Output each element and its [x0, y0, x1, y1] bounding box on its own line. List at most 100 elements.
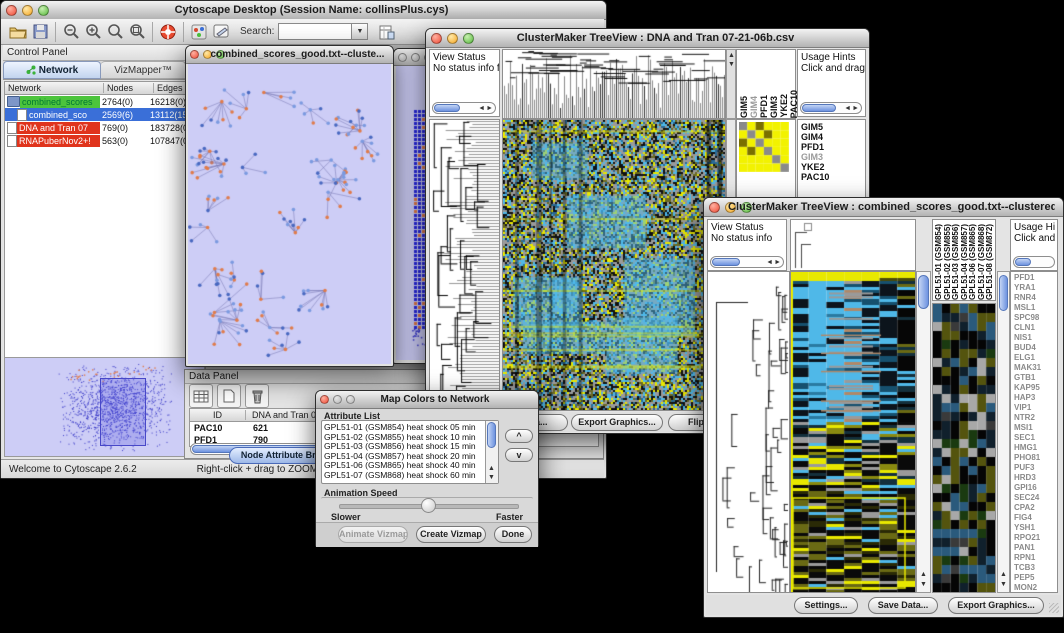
treeview2-row-dendrogram[interactable]: [707, 271, 790, 593]
move-down-button[interactable]: v: [505, 448, 533, 462]
gene-label[interactable]: ELG1: [1014, 353, 1057, 363]
help-icon[interactable]: [157, 21, 179, 43]
network1-titlebar[interactable]: combined_scores_good.txt--cluste...: [186, 46, 393, 64]
close-icon[interactable]: [709, 202, 720, 213]
gene-label[interactable]: CPA2: [1014, 503, 1057, 513]
tab-network[interactable]: Network: [3, 61, 101, 79]
gene-label[interactable]: GTB1: [1014, 373, 1057, 383]
attribute-list-item[interactable]: GPL51-03 (GSM856) heat shock 15 min: [324, 442, 484, 452]
network1-canvas[interactable]: [188, 64, 391, 364]
gene-label[interactable]: YKE2: [801, 162, 865, 172]
gene-label[interactable]: KAP95: [1014, 383, 1057, 393]
array-label[interactable]: GPL51-02 (GSM855): [943, 224, 952, 300]
scroll-left-icon[interactable]: ◄: [844, 104, 851, 114]
gene-label[interactable]: MSI1: [1014, 423, 1057, 433]
zoom-out-icon[interactable]: [60, 21, 82, 43]
treeview1-heatmap[interactable]: [502, 119, 726, 411]
scroll-left-icon[interactable]: ◄: [478, 104, 485, 114]
gene-label[interactable]: SPC98: [1014, 313, 1057, 323]
move-up-button[interactable]: ^: [505, 429, 533, 443]
close-icon[interactable]: [398, 53, 407, 62]
gene-label[interactable]: MSL1: [1014, 303, 1057, 313]
treeview2-heatmap-scrollbar[interactable]: ▲ ▼: [916, 271, 931, 593]
zoom-in-icon[interactable]: [82, 21, 104, 43]
gene-label[interactable]: NIS1: [1014, 333, 1057, 343]
scroll-up-icon[interactable]: ▲: [1000, 570, 1007, 580]
attribute-table-icon[interactable]: [189, 384, 213, 408]
zoom-selected-icon[interactable]: [104, 21, 126, 43]
array-label[interactable]: GPL51-07 (GSM868): [977, 224, 986, 300]
gene-label[interactable]: TCB3: [1014, 563, 1057, 573]
resize-grip[interactable]: [1049, 603, 1059, 613]
treeview1-titlebar[interactable]: ClusterMaker TreeView : DNA and Tran 07-…: [426, 29, 869, 48]
array-label[interactable]: GPL51-04 (GSM857): [960, 224, 969, 300]
close-icon[interactable]: [320, 395, 329, 404]
save-session-icon[interactable]: [29, 21, 51, 43]
create-vizmap-button[interactable]: Create Vizmap: [416, 526, 486, 543]
export-graphics-button[interactable]: Export Graphics...: [571, 414, 663, 431]
gene-label[interactable]: HMG1: [1014, 443, 1057, 453]
gene-label[interactable]: MAK31: [1014, 363, 1057, 373]
treeview2-zoom-heatmap[interactable]: [932, 303, 996, 593]
array-label[interactable]: YKE2: [779, 94, 789, 118]
attribute-list-item[interactable]: GPL51-07 (GSM868) heat shock 60 min: [324, 471, 484, 481]
main-titlebar[interactable]: Cytoscape Desktop (Session Name: collins…: [1, 1, 606, 20]
gene-label[interactable]: FIG4: [1014, 513, 1057, 523]
scroll-down-icon[interactable]: ▼: [1000, 580, 1007, 590]
dialog-titlebar[interactable]: Map Colors to Network: [316, 391, 538, 409]
gene-label[interactable]: BUD4: [1014, 343, 1057, 353]
animate-vizmap-button[interactable]: Animate Vizmap: [338, 526, 408, 543]
network-table-row[interactable]: combined_scores 2764(0) 16218(0): [5, 95, 203, 108]
gene-label[interactable]: GIM5: [801, 122, 865, 132]
scroll-left-icon[interactable]: ◄: [766, 258, 773, 268]
gene-label[interactable]: RNR4: [1014, 293, 1057, 303]
array-label[interactable]: GIM3: [769, 96, 779, 118]
search-dropdown-icon[interactable]: ▼: [352, 23, 368, 40]
scroll-right-icon[interactable]: ►: [774, 258, 781, 268]
array-label[interactable]: GPL51-01 (GSM854): [934, 224, 943, 300]
treeview1-column-dendrogram[interactable]: [502, 49, 726, 119]
data-col-id[interactable]: ID: [190, 410, 246, 420]
treeview2-hints-scrollbar[interactable]: [1013, 256, 1055, 268]
attribute-list-scrollbar[interactable]: ▲ ▼: [485, 421, 498, 483]
attribute-list-item[interactable]: GPL51-06 (GSM865) heat shock 40 min: [324, 461, 484, 471]
gene-label[interactable]: SEC24: [1014, 493, 1057, 503]
save-data-button[interactable]: Save Data...: [868, 597, 938, 614]
network1-canvas-area[interactable]: [188, 64, 391, 364]
vizmapper-tool-icon[interactable]: [188, 21, 210, 43]
gene-label[interactable]: YSH1: [1014, 523, 1057, 533]
array-label[interactable]: GPL51-03 (GSM856): [951, 224, 960, 300]
gene-label[interactable]: PEP5: [1014, 573, 1057, 583]
treeview1-hints-scrollbar[interactable]: ◄ ►: [800, 102, 862, 114]
network-table-row[interactable]: DNA and Tran 07 769(0) 183728(0): [5, 121, 203, 134]
network-table-row[interactable]: combined_sco 2569(6) 13112(15): [5, 108, 203, 121]
gene-label[interactable]: VIP1: [1014, 403, 1057, 413]
scroll-up-icon[interactable]: ▲: [920, 570, 927, 580]
treeview1-status-scrollbar[interactable]: ◄ ►: [432, 102, 496, 114]
treeview2-column-dendrogram[interactable]: [790, 219, 916, 271]
array-label[interactable]: GIM4: [749, 96, 759, 118]
gene-label[interactable]: RPN1: [1014, 553, 1057, 563]
scroll-right-icon[interactable]: ►: [852, 104, 859, 114]
scroll-down-icon[interactable]: ▼: [920, 580, 927, 590]
close-icon[interactable]: [190, 50, 199, 59]
scroll-right-icon[interactable]: ►: [486, 104, 493, 114]
open-session-icon[interactable]: [7, 21, 29, 43]
birdseye-viewport-rect[interactable]: [100, 378, 146, 446]
gene-label[interactable]: PFD1: [1014, 273, 1057, 283]
settings-button[interactable]: Settings...: [794, 597, 858, 614]
annotation-tool-icon[interactable]: [210, 21, 232, 43]
array-label[interactable]: GIM5: [739, 96, 749, 118]
done-button[interactable]: Done: [494, 526, 532, 543]
array-label[interactable]: GPL51-08 (GSM872): [985, 224, 994, 300]
new-attribute-icon[interactable]: [217, 384, 241, 408]
treeview2-status-scrollbar[interactable]: ◄ ►: [710, 256, 784, 268]
gene-label[interactable]: SEC1: [1014, 433, 1057, 443]
attribute-list-item[interactable]: GPL51-01 (GSM854) heat shock 05 min: [324, 423, 484, 433]
attribute-listbox[interactable]: GPL51-01 (GSM854) heat shock 05 minGPL51…: [321, 420, 499, 484]
delete-attribute-icon[interactable]: [245, 384, 269, 408]
scroll-down-icon[interactable]: ▼: [488, 473, 495, 483]
gene-label[interactable]: MON2: [1014, 583, 1057, 593]
attribute-list-item[interactable]: GPL51-02 (GSM855) heat shock 10 min: [324, 433, 484, 443]
treeview2-titlebar[interactable]: ClusterMaker TreeView : combined_scores_…: [704, 198, 1063, 217]
